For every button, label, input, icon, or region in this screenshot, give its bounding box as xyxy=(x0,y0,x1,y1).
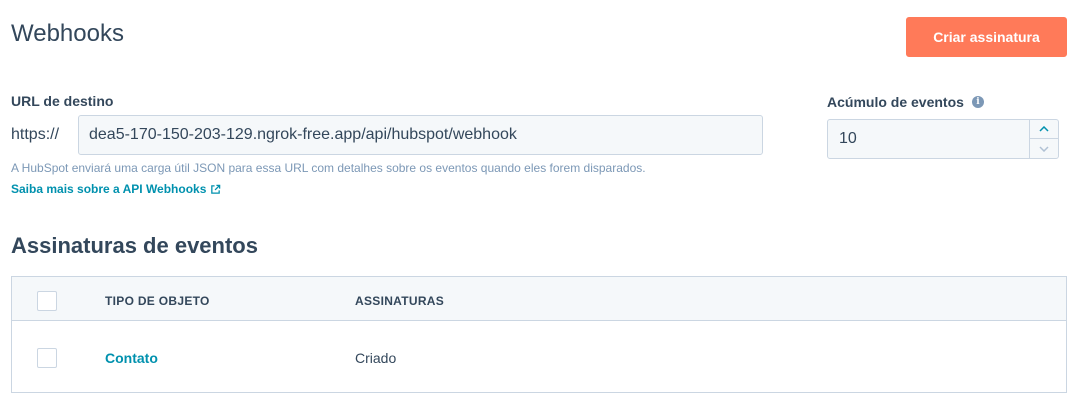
number-stepper xyxy=(1029,120,1058,158)
chevron-up-icon xyxy=(1039,126,1049,132)
event-batching-label-text: Acúmulo de eventos xyxy=(827,94,964,110)
select-all-checkbox[interactable] xyxy=(37,291,57,311)
table-header: TIPO DE OBJETO ASSINATURAS xyxy=(12,277,1066,321)
target-url-label: URL de destino xyxy=(11,93,114,109)
learn-more-label: Saiba mais sobre a API Webhooks xyxy=(11,182,207,196)
increment-button[interactable] xyxy=(1030,120,1058,139)
page-title: Webhooks xyxy=(11,20,124,47)
object-type-link[interactable]: Contato xyxy=(105,350,158,366)
chevron-down-icon xyxy=(1039,145,1049,152)
url-prefix: https:// xyxy=(11,126,60,143)
subscriptions-table: TIPO DE OBJETO ASSINATURAS Contato Criad… xyxy=(11,276,1067,393)
row-checkbox[interactable] xyxy=(37,348,57,368)
event-subscriptions-title: Assinaturas de eventos xyxy=(11,233,258,258)
subscription-value: Criado xyxy=(355,350,397,366)
decrement-button[interactable] xyxy=(1030,139,1058,158)
target-url-input[interactable] xyxy=(78,115,763,155)
external-link-icon xyxy=(211,184,221,194)
create-subscription-button[interactable]: Criar assinatura xyxy=(906,17,1067,57)
learn-more-link[interactable]: Saiba mais sobre a API Webhooks xyxy=(11,182,221,196)
column-header-subscriptions: ASSINATURAS xyxy=(355,294,445,308)
table-row: Contato Criado xyxy=(12,321,1066,393)
event-batching-field xyxy=(827,119,1059,159)
event-batching-input[interactable] xyxy=(828,120,1028,158)
target-url-help-text: A HubSpot enviará uma carga útil JSON pa… xyxy=(11,161,646,175)
column-header-object-type: TIPO DE OBJETO xyxy=(105,294,210,308)
info-icon[interactable]: i xyxy=(971,96,984,108)
event-batching-label: Acúmulo de eventos i xyxy=(827,94,984,110)
